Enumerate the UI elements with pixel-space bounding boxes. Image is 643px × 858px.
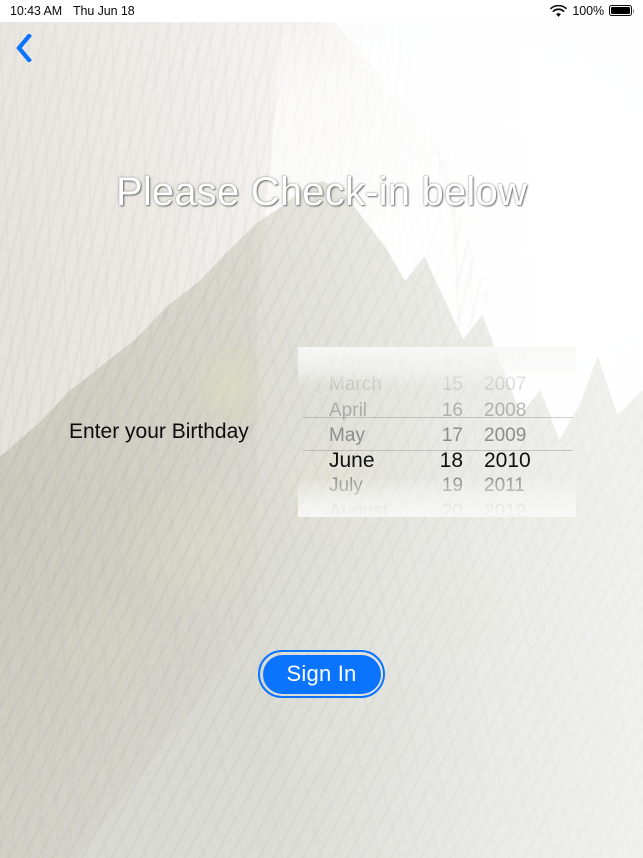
picker-column-year[interactable]: 2006 2007 2008 2009 2010 2011 2012 2013 … <box>468 347 576 517</box>
battery-full-icon <box>609 5 635 17</box>
picker-option-day[interactable]: 14 <box>418 347 468 372</box>
birthday-field-label: Enter your Birthday <box>69 420 249 443</box>
picker-option-day[interactable]: 15 <box>418 372 468 397</box>
status-bar-left: 10:43 AM Thu Jun 18 <box>10 4 135 18</box>
page-title: Please Check-in below <box>115 170 528 214</box>
status-date: Thu Jun 18 <box>73 4 135 18</box>
birthday-date-picker[interactable]: February March April May June July Augus… <box>298 347 576 517</box>
status-bar-right: 100% <box>550 4 635 18</box>
status-bar: 10:43 AM Thu Jun 18 100% <box>0 0 643 22</box>
battery-percent: 100% <box>572 4 604 18</box>
back-button[interactable] <box>2 28 46 72</box>
picker-option-day[interactable]: 19 <box>418 473 468 498</box>
picker-option-day[interactable]: 17 <box>418 423 468 448</box>
picker-option-month[interactable]: May <box>298 423 418 448</box>
picker-option-year[interactable]: 2006 <box>468 347 576 372</box>
picker-option-year[interactable]: 2012 <box>468 499 576 517</box>
picker-columns: February March April May June July Augus… <box>298 347 576 517</box>
picker-option-month-selected[interactable]: June <box>298 448 418 473</box>
picker-option-month[interactable]: April <box>298 398 418 423</box>
sign-in-button[interactable]: Sign In <box>258 650 385 698</box>
app-screen: 10:43 AM Thu Jun 18 100% Please Check-in… <box>0 0 643 858</box>
picker-option-year[interactable]: 2007 <box>468 372 576 397</box>
picker-option-month[interactable]: August <box>298 499 418 517</box>
picker-option-day[interactable]: 16 <box>418 398 468 423</box>
picker-option-year[interactable]: 2011 <box>468 473 576 498</box>
sign-in-button-label: Sign In <box>286 661 357 686</box>
chevron-left-icon <box>16 32 32 67</box>
picker-option-year[interactable]: 2008 <box>468 398 576 423</box>
picker-column-day[interactable]: 14 15 16 17 18 19 20 21 22 <box>418 347 468 517</box>
picker-option-month[interactable]: March <box>298 372 418 397</box>
picker-option-year-selected[interactable]: 2010 <box>468 448 576 473</box>
status-time: 10:43 AM <box>10 4 63 18</box>
wifi-icon <box>550 4 568 18</box>
picker-option-day-selected[interactable]: 18 <box>418 448 468 473</box>
picker-option-year[interactable]: 2009 <box>468 423 576 448</box>
picker-option-day[interactable]: 20 <box>418 499 468 517</box>
picker-column-month[interactable]: February March April May June July Augus… <box>298 347 418 517</box>
picker-option-month[interactable]: February <box>298 347 418 372</box>
sign-in-button-fill: Sign In <box>262 654 381 694</box>
picker-option-month[interactable]: July <box>298 473 418 498</box>
